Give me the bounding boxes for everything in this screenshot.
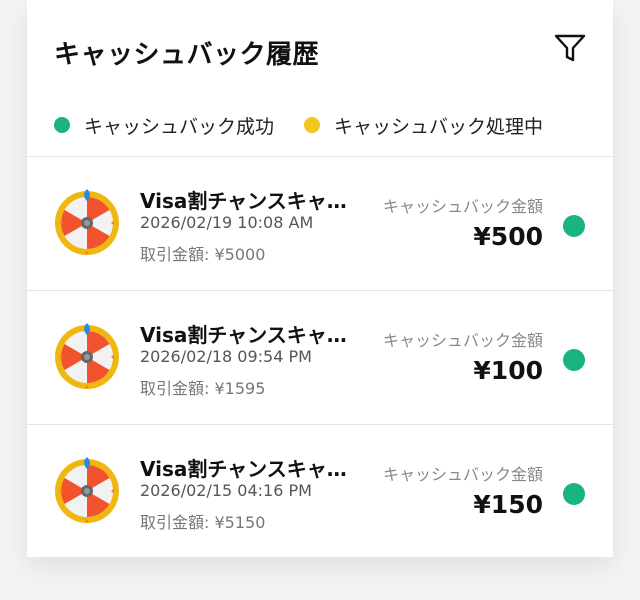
cashback-label: キャッシュバック金額 — [382, 331, 543, 350]
transaction-title: Visa割チャンスキャッシュバック — [140, 189, 365, 213]
status-legend: キャッシュバック成功 キャッシュバック処理中 — [54, 108, 573, 142]
cashback-history-card: キャッシュバック履歴 キャッシュバック成功 キャッシュバック処理中 Visa割チ… — [27, 0, 613, 557]
transaction-amount: 取引金額: ¥1595 — [140, 379, 266, 398]
cashback-label: キャッシュバック金額 — [382, 197, 543, 216]
legend-processing: キャッシュバック処理中 — [304, 112, 543, 139]
transaction-title: Visa割チャンスキャッシュバック — [140, 457, 365, 481]
transaction-amount: 取引金額: ¥5150 — [140, 513, 266, 532]
cashback-value: ¥100 — [473, 356, 543, 385]
cashback-value: ¥150 — [473, 490, 543, 519]
transaction-title: Visa割チャンスキャッシュバック — [140, 323, 365, 347]
transaction-date: 2026/02/18 09:54 PM — [140, 347, 312, 366]
success-dot — [54, 117, 70, 133]
filter-button[interactable] — [552, 30, 588, 66]
status-indicator — [563, 483, 585, 505]
header: キャッシュバック履歴 — [27, 0, 613, 100]
prize-wheel-icon — [55, 189, 119, 255]
transaction-row[interactable]: Visa割チャンスキャッシュバック 2026/02/15 04:16 PM 取引… — [27, 425, 613, 558]
legend-success: キャッシュバック成功 — [54, 112, 274, 139]
legend-processing-label: キャッシュバック処理中 — [334, 115, 544, 138]
cashback-value: ¥500 — [473, 222, 543, 251]
transaction-row[interactable]: Visa割チャンスキャッシュバック 2026/02/18 09:54 PM 取引… — [27, 291, 613, 424]
page-title: キャッシュバック履歴 — [54, 40, 320, 70]
transaction-date: 2026/02/15 04:16 PM — [140, 481, 312, 500]
cashback-label: キャッシュバック金額 — [382, 465, 543, 484]
prize-wheel-icon — [55, 323, 119, 389]
processing-dot — [304, 117, 321, 133]
status-indicator — [563, 215, 585, 237]
status-indicator — [563, 349, 585, 371]
legend-success-label: キャッシュバック成功 — [84, 115, 275, 138]
prize-wheel-icon — [55, 457, 119, 523]
transaction-amount: 取引金額: ¥5000 — [140, 245, 266, 264]
transaction-date: 2026/02/19 10:08 AM — [140, 213, 314, 232]
filter-icon — [554, 34, 586, 62]
transaction-row[interactable]: Visa割チャンスキャッシュバック 2026/02/19 10:08 AM 取引… — [27, 157, 613, 290]
